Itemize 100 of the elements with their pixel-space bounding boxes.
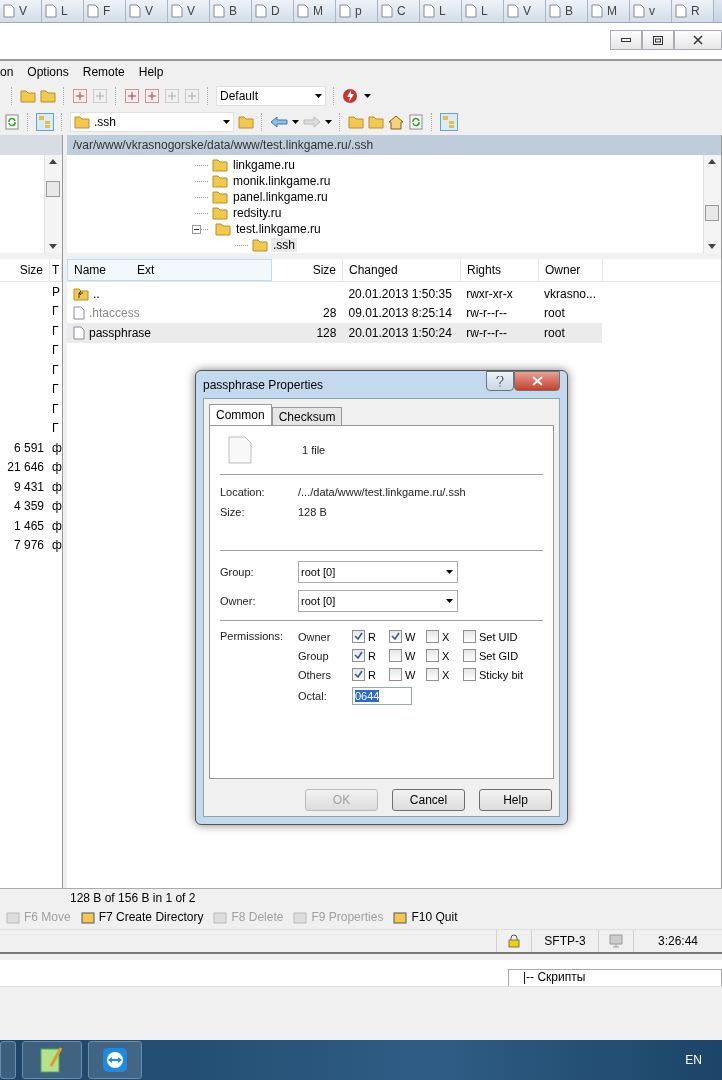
back-arrow-icon[interactable]	[270, 116, 288, 128]
scroll-up-icon[interactable]	[49, 159, 57, 164]
column-header[interactable]: Ext	[137, 263, 155, 277]
page-icon	[213, 4, 225, 18]
checkbox[interactable]	[426, 630, 439, 643]
tree-item[interactable]: panel.linkgame.ru	[231, 190, 330, 204]
checkbox[interactable]	[352, 668, 365, 681]
browser-tab[interactable]: B	[546, 0, 588, 22]
browser-tab[interactable]: V	[168, 0, 210, 22]
tree-item[interactable]: .ssh	[271, 238, 297, 252]
tree-view-icon[interactable]	[36, 113, 54, 131]
browser-tab[interactable]: M	[294, 0, 336, 22]
browser-tab[interactable]: F	[84, 0, 126, 22]
column-header[interactable]: Name Ext	[67, 259, 272, 281]
browser-tab[interactable]: V	[0, 0, 42, 22]
column-header[interactable]: Size	[272, 259, 343, 281]
dropdown[interactable]: root [0]	[298, 561, 458, 583]
octal-field[interactable]: 0644	[352, 687, 412, 705]
checkbox[interactable]	[463, 630, 476, 643]
file-row[interactable]: .htaccess 28 09.01.2013 8:25:14 rw-r--r-- root	[67, 303, 602, 323]
page-icon	[549, 4, 561, 18]
dialog-tab[interactable]: Common	[209, 404, 272, 425]
dropdown[interactable]: root [0]	[298, 590, 458, 612]
browser-tab[interactable]: v	[630, 0, 672, 22]
help-button[interactable]	[486, 371, 514, 391]
function-key-button[interactable]: F10 Quit	[393, 910, 458, 924]
browser-tab[interactable]: L	[462, 0, 504, 22]
checkbox[interactable]	[463, 649, 476, 662]
menu-item[interactable]: Remote	[82, 65, 125, 79]
scrollbar[interactable]	[44, 155, 62, 253]
browser-tab[interactable]: L	[420, 0, 462, 22]
column-header[interactable]: Owner	[539, 259, 603, 281]
checkbox[interactable]	[352, 649, 365, 662]
column-header[interactable]: Size	[0, 259, 50, 281]
menu-item[interactable]: on	[0, 65, 14, 79]
column-header[interactable]: Changed	[343, 259, 461, 281]
home-icon[interactable]	[388, 114, 404, 130]
tree-item[interactable]: linkgame.ru	[231, 158, 298, 172]
file-row[interactable]: passphrase 128 20.01.2013 1:50:24 rw-r--r-- root	[67, 323, 602, 343]
checkbox[interactable]	[389, 668, 402, 681]
scroll-up-icon[interactable]	[708, 159, 716, 164]
browser-tab[interactable]: C	[378, 0, 420, 22]
tree-item[interactable]: test.linkgame.ru	[234, 222, 323, 236]
tree-item[interactable]: redsity.ru	[231, 206, 284, 220]
add-icon[interactable]	[72, 88, 88, 104]
scrollbar[interactable]	[703, 155, 721, 253]
tree-view-icon[interactable]	[440, 113, 458, 131]
checkbox[interactable]	[389, 630, 402, 643]
close-icon	[693, 35, 703, 45]
browser-tab[interactable]: R	[672, 0, 714, 22]
page-icon	[465, 4, 477, 18]
checkbox-label: W	[405, 668, 416, 681]
checkbox[interactable]	[352, 630, 365, 643]
browser-tab[interactable]: M	[588, 0, 630, 22]
refresh-icon[interactable]	[4, 114, 20, 130]
browser-tab[interactable]: p	[336, 0, 378, 22]
type-cell-text: ф	[51, 499, 62, 514]
column-header[interactable]: Rights	[461, 259, 539, 281]
menu-item[interactable]: Help	[138, 65, 164, 79]
folder-icon	[212, 190, 228, 204]
dialog-button[interactable]: Cancel	[392, 789, 465, 811]
browser-tab[interactable]: V	[504, 0, 546, 22]
name-cell: ..	[67, 286, 272, 301]
file-row[interactable]: .. 20.01.2013 1:50:35 rwxr-xr-x vkrasno...	[67, 284, 602, 304]
browser-tab[interactable]: D	[252, 0, 294, 22]
refresh-icon[interactable]	[408, 114, 424, 130]
browser-tab[interactable]: V	[126, 0, 168, 22]
folder-icon	[212, 206, 228, 220]
menu-item[interactable]: Options	[27, 65, 69, 79]
checkbox[interactable]	[426, 668, 439, 681]
question-icon	[496, 375, 504, 387]
open-folder-icon	[238, 115, 254, 129]
scroll-thumb[interactable]	[705, 205, 719, 221]
collapse-icon[interactable]	[192, 224, 201, 234]
close-button[interactable]	[514, 371, 560, 391]
dialog-tab[interactable]: Checksum	[271, 407, 343, 425]
tree-item[interactable]: monik.linkgame.ru	[231, 174, 333, 188]
language-indicator[interactable]: EN	[685, 1053, 702, 1067]
checkbox[interactable]	[463, 668, 476, 681]
page-icon	[675, 4, 687, 18]
scroll-down-icon[interactable]	[49, 244, 57, 249]
column-header[interactable]: Name	[74, 263, 137, 277]
checkbox-label: R	[368, 630, 376, 643]
profile-select[interactable]: Default	[216, 86, 326, 106]
maximize-button[interactable]	[642, 30, 674, 50]
browser-tab[interactable]: B	[210, 0, 252, 22]
taskbar-button[interactable]	[22, 1041, 82, 1079]
page-icon	[591, 4, 603, 18]
scroll-down-icon[interactable]	[708, 244, 716, 249]
dialog-button[interactable]: Help	[479, 789, 552, 811]
scroll-thumb[interactable]	[46, 181, 60, 197]
directory-select[interactable]: .ssh	[70, 112, 234, 132]
browser-tab[interactable]: L	[42, 0, 84, 22]
function-key-button[interactable]: F7 Create Directory	[80, 910, 204, 924]
minimize-button[interactable]	[610, 30, 642, 50]
column-header[interactable]: T	[50, 259, 62, 281]
lightning-icon[interactable]	[342, 88, 360, 104]
checkbox[interactable]	[389, 649, 402, 662]
checkbox[interactable]	[426, 649, 439, 662]
taskbar-button[interactable]	[88, 1041, 142, 1079]
